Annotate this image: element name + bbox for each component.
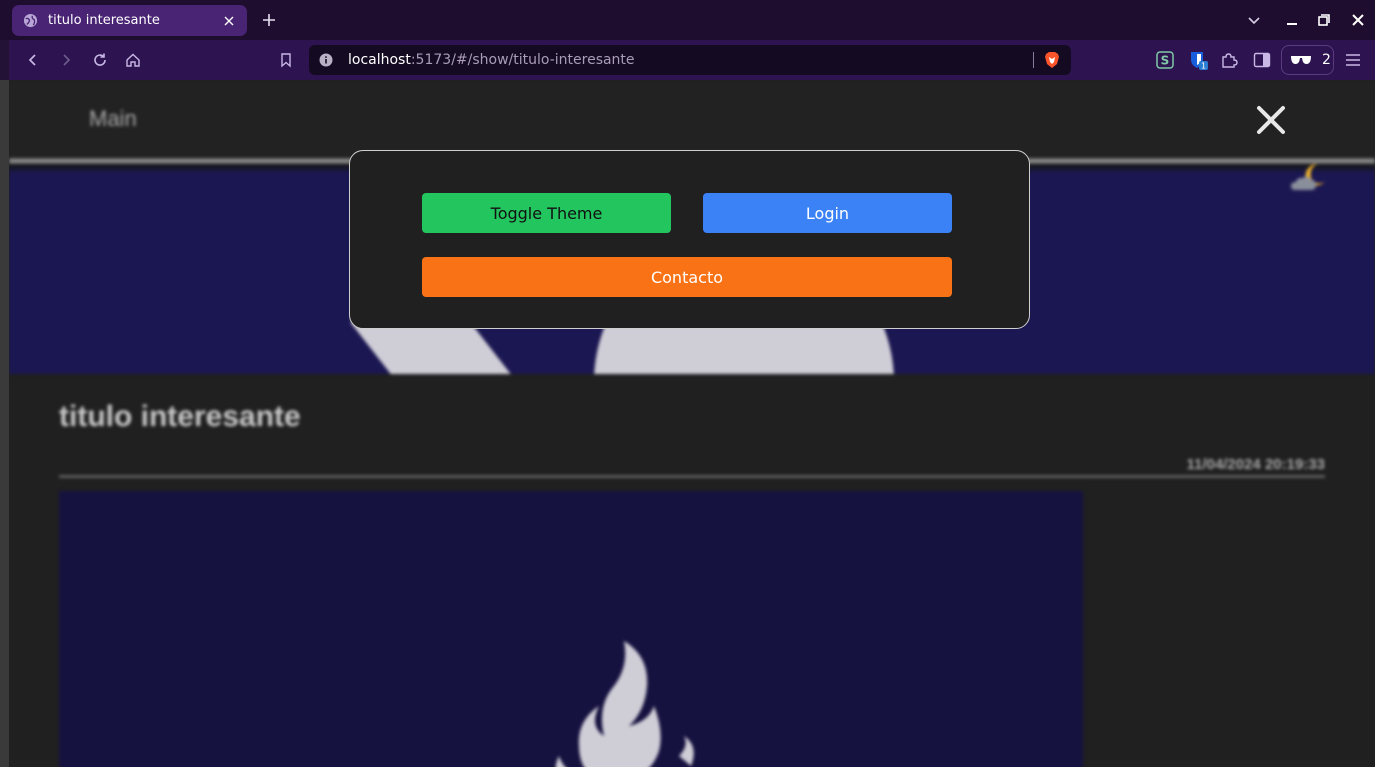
wallet-count: 2 — [1322, 52, 1331, 68]
close-icon[interactable] — [221, 13, 237, 29]
restore-icon[interactable] — [1313, 9, 1335, 31]
menu-icon[interactable] — [1343, 50, 1363, 70]
minimize-icon[interactable] — [1281, 9, 1303, 31]
sidebar-icon[interactable] — [1252, 50, 1272, 70]
url-path: :5173/#/show/titulo-interesante — [410, 52, 635, 68]
contact-button[interactable]: Contacto — [422, 257, 952, 297]
home-icon[interactable] — [121, 48, 145, 72]
brave-shield-icon[interactable] — [1043, 51, 1061, 69]
browser-tab-bar: titulo interesante — [0, 0, 1375, 40]
menu-modal: Toggle Theme Login Contacto — [349, 150, 1030, 329]
tab-title: titulo interesante — [48, 13, 160, 28]
chevron-down-icon[interactable] — [1243, 9, 1265, 31]
hero-shape — [350, 322, 564, 374]
url-host: localhost — [348, 52, 411, 68]
s-extension-icon[interactable]: S — [1155, 50, 1175, 70]
glasses-icon — [1291, 56, 1311, 64]
forward-icon[interactable] — [54, 48, 78, 72]
reload-icon[interactable] — [88, 48, 112, 72]
post-image — [59, 491, 1083, 767]
post-date: 11/04/2024 20:19:33 — [1186, 456, 1325, 473]
globe-icon — [22, 13, 38, 29]
svg-text:S: S — [1161, 54, 1170, 68]
wallet-button[interactable]: 2 — [1281, 45, 1334, 75]
flame-icon — [555, 641, 694, 767]
nav-main-link[interactable]: Main — [89, 106, 137, 132]
bitwarden-icon[interactable]: 1 — [1188, 50, 1208, 70]
site-header: Main — [9, 80, 1375, 158]
back-icon[interactable] — [21, 48, 45, 72]
window-edge — [0, 80, 9, 767]
extension-badge: 1 — [1201, 62, 1206, 71]
url-divider — [1033, 52, 1034, 68]
moon-cloud-icon[interactable] — [1287, 160, 1327, 196]
plus-icon[interactable] — [258, 9, 280, 31]
info-icon[interactable] — [319, 53, 333, 67]
window-close-icon[interactable] — [1347, 9, 1369, 31]
puzzle-icon[interactable] — [1219, 50, 1239, 70]
browser-toolbar: localhost:5173/#/show/titulo-interesante… — [9, 40, 1375, 80]
window-edge — [0, 40, 9, 80]
toggle-theme-button[interactable]: Toggle Theme — [422, 193, 671, 233]
bookmark-icon[interactable] — [274, 48, 298, 72]
post-divider — [59, 475, 1325, 478]
browser-tab-active[interactable]: titulo interesante — [12, 5, 247, 36]
address-bar[interactable]: localhost:5173/#/show/titulo-interesante — [309, 45, 1071, 75]
close-icon[interactable] — [1255, 104, 1287, 136]
post-title: titulo interesante — [59, 400, 301, 433]
login-button[interactable]: Login — [703, 193, 952, 233]
url-text: localhost:5173/#/show/titulo-interesante — [348, 52, 635, 68]
